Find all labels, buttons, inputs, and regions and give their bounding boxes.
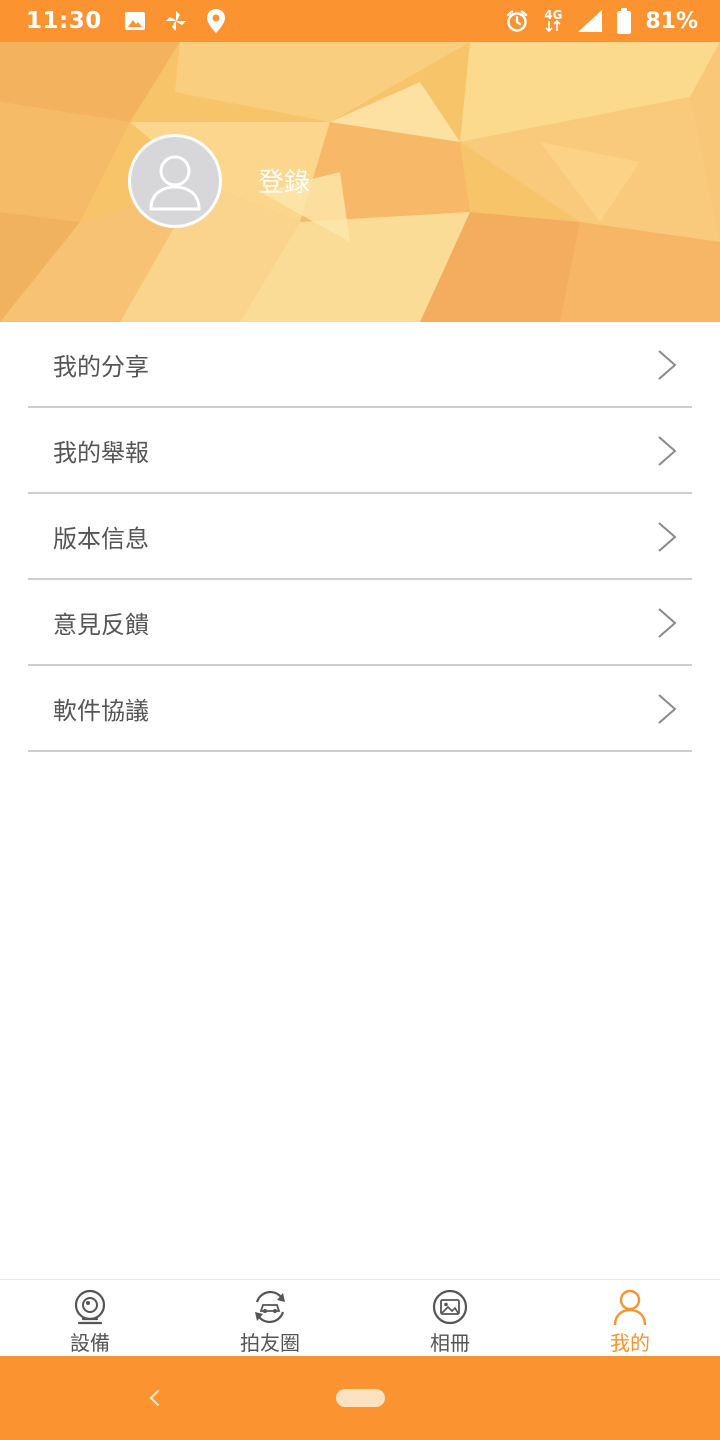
- data-arrows-icon: [545, 20, 561, 32]
- tab-label: 設備: [70, 1331, 110, 1355]
- network-label: 4G: [544, 8, 563, 22]
- tab-label: 我的: [610, 1331, 650, 1355]
- menu-item-my-shares[interactable]: 我的分享: [28, 322, 692, 408]
- menu-item-my-reports[interactable]: 我的舉報: [28, 408, 692, 494]
- album-icon: [432, 1289, 468, 1325]
- menu-item-feedback[interactable]: 意見反饋: [28, 580, 692, 666]
- menu-item-version-info[interactable]: 版本信息: [28, 494, 692, 580]
- menu-item-label: 我的舉報: [53, 438, 149, 467]
- menu-item-label: 軟件協議: [53, 696, 149, 725]
- avatar[interactable]: [128, 134, 222, 228]
- tab-label: 拍友圈: [240, 1331, 300, 1355]
- user-avatar-icon: [149, 155, 201, 211]
- status-bar: 11:30 4G 81%: [0, 0, 720, 42]
- location-icon: [206, 9, 225, 33]
- battery-percent: 81%: [645, 8, 698, 34]
- settings-menu: 我的分享 我的舉報 版本信息 意見反饋 軟件協議: [28, 322, 692, 752]
- tab-album[interactable]: 相冊: [360, 1280, 540, 1356]
- status-right: 4G 81%: [505, 8, 698, 34]
- home-pill[interactable]: [336, 1389, 385, 1407]
- menu-item-software-agreement[interactable]: 軟件協議: [28, 666, 692, 752]
- person-icon: [613, 1289, 647, 1326]
- bottom-tab-bar: 設備 拍友圈 相冊 我的: [0, 1279, 720, 1356]
- status-time: 11:30: [26, 8, 102, 34]
- chevron-right-icon: [658, 522, 677, 552]
- car-sync-icon: [255, 1290, 285, 1324]
- signal-icon: [578, 10, 603, 32]
- profile-header: 登錄: [0, 42, 720, 322]
- menu-item-label: 意見反饋: [53, 610, 149, 639]
- menu-item-label: 版本信息: [53, 524, 149, 553]
- chevron-right-icon: [658, 436, 677, 466]
- chevron-right-icon: [658, 350, 677, 380]
- header-background: [0, 42, 720, 322]
- system-nav-bar: [0, 1356, 720, 1440]
- menu-item-label: 我的分享: [53, 352, 149, 381]
- tab-photo-circle[interactable]: 拍友圈: [180, 1280, 360, 1356]
- tab-devices[interactable]: 設備: [0, 1280, 180, 1356]
- login-button[interactable]: 登錄: [258, 162, 310, 199]
- tab-label: 相冊: [430, 1331, 470, 1355]
- chevron-right-icon: [658, 608, 677, 638]
- camera-icon: [74, 1289, 106, 1325]
- pinwheel-icon: [165, 11, 186, 31]
- chevron-right-icon: [658, 694, 677, 724]
- alarm-icon: [507, 10, 528, 32]
- back-icon[interactable]: [141, 1384, 167, 1412]
- status-left-icons: [124, 8, 226, 34]
- screen: 11:30 4G 81% 登錄 我的分享 我的舉報 版本信息 意見反饋 軟件協議…: [0, 0, 720, 1440]
- battery-icon: [617, 8, 632, 34]
- image-icon: [124, 12, 145, 30]
- tab-me[interactable]: 我的: [540, 1280, 720, 1356]
- network-indicator: 4G: [543, 8, 563, 32]
